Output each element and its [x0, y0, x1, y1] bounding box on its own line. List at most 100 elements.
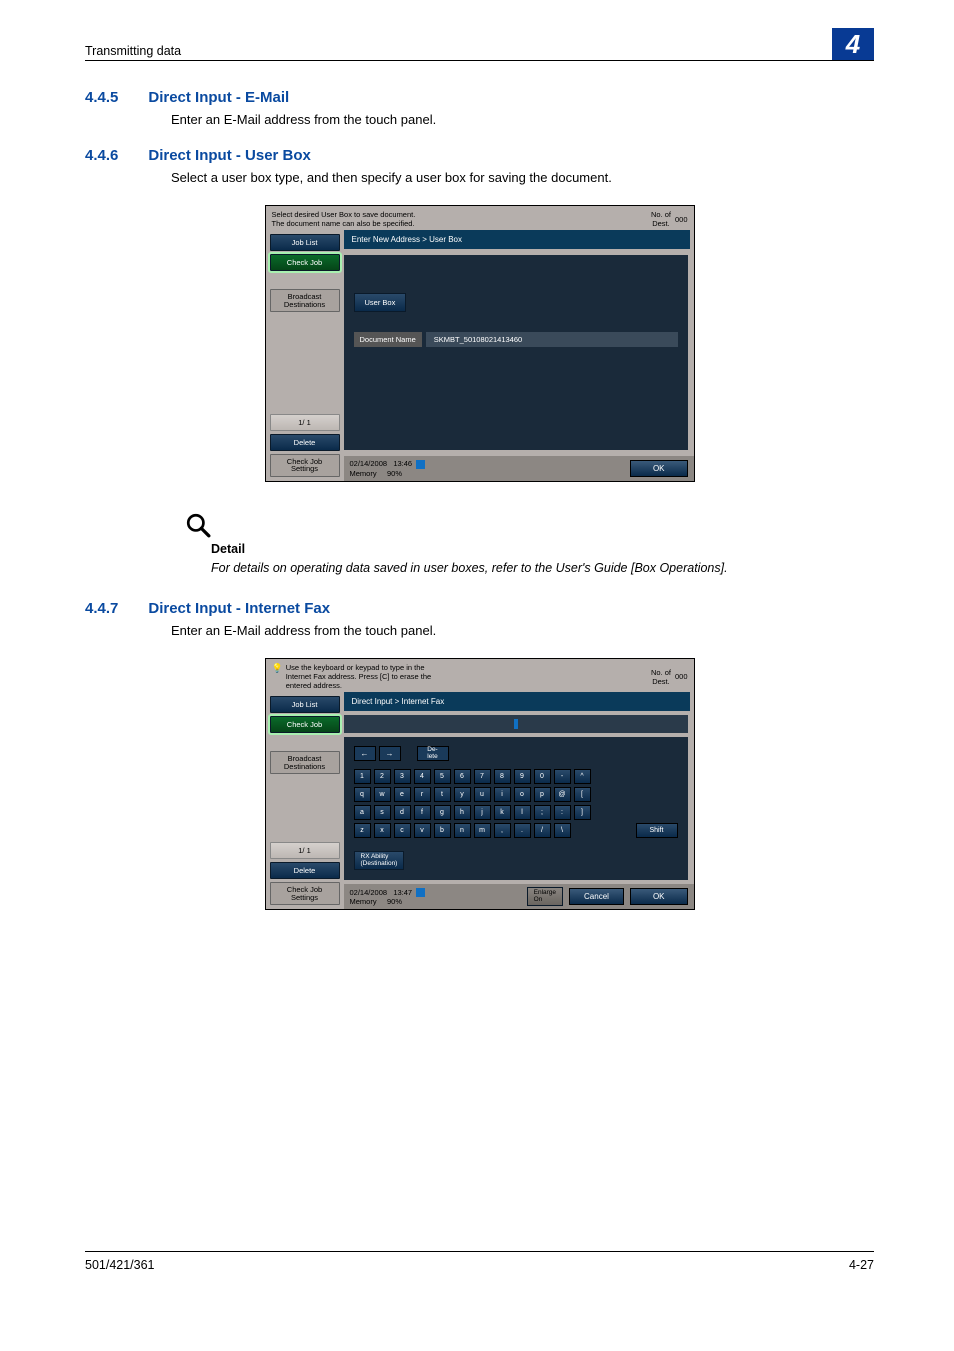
- key-u[interactable]: u: [474, 787, 491, 802]
- key-^[interactable]: ^: [574, 769, 591, 784]
- shift-key[interactable]: Shift: [636, 823, 678, 838]
- delete-button[interactable]: Delete: [270, 434, 340, 451]
- key-9[interactable]: 9: [514, 769, 531, 784]
- check-job-button[interactable]: Check Job: [270, 716, 340, 733]
- key-t[interactable]: t: [434, 787, 451, 802]
- key-0[interactable]: 0: [534, 769, 551, 784]
- section-heading-447: 4.4.7 Direct Input - Internet Fax: [85, 600, 874, 617]
- detail-callout: Detail For details on operating data sav…: [185, 512, 874, 577]
- key-l[interactable]: l: [514, 805, 531, 820]
- key--[interactable]: -: [554, 769, 571, 784]
- key-h[interactable]: h: [454, 805, 471, 820]
- section-number: 4.4.7: [85, 600, 118, 617]
- key-7[interactable]: 7: [474, 769, 491, 784]
- footer-left: 501/421/361: [85, 1258, 155, 1272]
- page-indicator[interactable]: 1/ 1: [270, 414, 340, 431]
- status-time: 13:46: [393, 459, 412, 468]
- delete-button[interactable]: Delete: [270, 862, 340, 879]
- key-8[interactable]: 8: [494, 769, 511, 784]
- job-list-button[interactable]: Job List: [270, 234, 340, 251]
- key-f[interactable]: f: [414, 805, 431, 820]
- dest-count: 000: [675, 215, 688, 224]
- arrow-left-button[interactable]: ←: [354, 746, 376, 761]
- ok-button[interactable]: OK: [630, 460, 688, 477]
- key-.[interactable]: .: [514, 823, 531, 838]
- key-m[interactable]: m: [474, 823, 491, 838]
- key-w[interactable]: w: [374, 787, 391, 802]
- key-6[interactable]: 6: [454, 769, 471, 784]
- key-i[interactable]: i: [494, 787, 511, 802]
- page-header: Transmitting data 4: [85, 28, 874, 61]
- key-4[interactable]: 4: [414, 769, 431, 784]
- key-][interactable]: ]: [574, 805, 591, 820]
- screenshot-userbox: Select desired User Box to save document…: [265, 205, 695, 482]
- key-/[interactable]: /: [534, 823, 551, 838]
- key-k[interactable]: k: [494, 805, 511, 820]
- key-d[interactable]: d: [394, 805, 411, 820]
- lightbulb-icon: 💡: [272, 663, 283, 690]
- breadcrumb: Enter New Address > User Box: [344, 230, 690, 249]
- page-indicator[interactable]: 1/ 1: [270, 842, 340, 859]
- key-b[interactable]: b: [434, 823, 451, 838]
- status-icon: [416, 460, 425, 469]
- memory-pct: 90%: [387, 897, 402, 906]
- broadcast-dest-button[interactable]: Broadcast Destinations: [270, 289, 340, 312]
- key-q[interactable]: q: [354, 787, 371, 802]
- memory-label: Memory: [350, 469, 377, 478]
- key-5[interactable]: 5: [434, 769, 451, 784]
- key-3[interactable]: 3: [394, 769, 411, 784]
- delete-key[interactable]: De- lete: [417, 746, 449, 761]
- check-job-settings-button[interactable]: Check Job Settings: [270, 882, 340, 905]
- footer-right: 4-27: [849, 1258, 874, 1272]
- text-input[interactable]: [344, 715, 688, 733]
- section-badge: 4: [832, 28, 874, 60]
- key-x[interactable]: x: [374, 823, 391, 838]
- key-c[interactable]: c: [394, 823, 411, 838]
- ok-button[interactable]: OK: [630, 888, 688, 905]
- screenshot-internetfax: 💡 Use the keyboard or keypad to type in …: [265, 658, 695, 910]
- key-v[interactable]: v: [414, 823, 431, 838]
- key-r[interactable]: r: [414, 787, 431, 802]
- status-date: 02/14/2008: [350, 459, 388, 468]
- key-:[interactable]: :: [554, 805, 571, 820]
- key-1[interactable]: 1: [354, 769, 371, 784]
- dest-count: 000: [675, 672, 688, 681]
- check-job-button[interactable]: Check Job: [270, 254, 340, 271]
- broadcast-dest-button[interactable]: Broadcast Destinations: [270, 751, 340, 774]
- instruction-text: Use the keyboard or keypad to type in th…: [286, 663, 432, 690]
- key-;[interactable]: ;: [534, 805, 551, 820]
- status-time: 13:47: [393, 888, 412, 897]
- key-o[interactable]: o: [514, 787, 531, 802]
- text-cursor: [514, 719, 518, 729]
- user-box-button[interactable]: User Box: [354, 293, 407, 312]
- instruction-text: Select desired User Box to save document…: [272, 210, 416, 228]
- document-name-label: Document Name: [354, 332, 422, 347]
- document-name-value[interactable]: SKMBT_50108021413460: [426, 332, 678, 347]
- cancel-button[interactable]: Cancel: [569, 888, 624, 905]
- key-[[interactable]: [: [574, 787, 591, 802]
- key-e[interactable]: e: [394, 787, 411, 802]
- key-2[interactable]: 2: [374, 769, 391, 784]
- section-body: Select a user box type, and then specify…: [171, 170, 874, 185]
- section-title: Direct Input - Internet Fax: [148, 600, 330, 617]
- section-number: 4.4.5: [85, 89, 118, 106]
- key-z[interactable]: z: [354, 823, 371, 838]
- key-s[interactable]: s: [374, 805, 391, 820]
- key-j[interactable]: j: [474, 805, 491, 820]
- section-heading-445: 4.4.5 Direct Input - E-Mail: [85, 89, 874, 106]
- job-list-button[interactable]: Job List: [270, 696, 340, 713]
- key-a[interactable]: a: [354, 805, 371, 820]
- rx-ability-button[interactable]: RX Ability (Destination): [354, 851, 405, 870]
- check-job-settings-button[interactable]: Check Job Settings: [270, 454, 340, 477]
- key-n[interactable]: n: [454, 823, 471, 838]
- key-\[interactable]: \: [554, 823, 571, 838]
- detail-text: For details on operating data saved in u…: [211, 560, 874, 577]
- key-g[interactable]: g: [434, 805, 451, 820]
- key-y[interactable]: y: [454, 787, 471, 802]
- arrow-right-button[interactable]: →: [379, 746, 401, 761]
- enlarge-button[interactable]: Enlarge On: [527, 887, 563, 906]
- magnifier-icon: [185, 512, 213, 540]
- key-p[interactable]: p: [534, 787, 551, 802]
- key-,[interactable]: ,: [494, 823, 511, 838]
- key-@[interactable]: @: [554, 787, 571, 802]
